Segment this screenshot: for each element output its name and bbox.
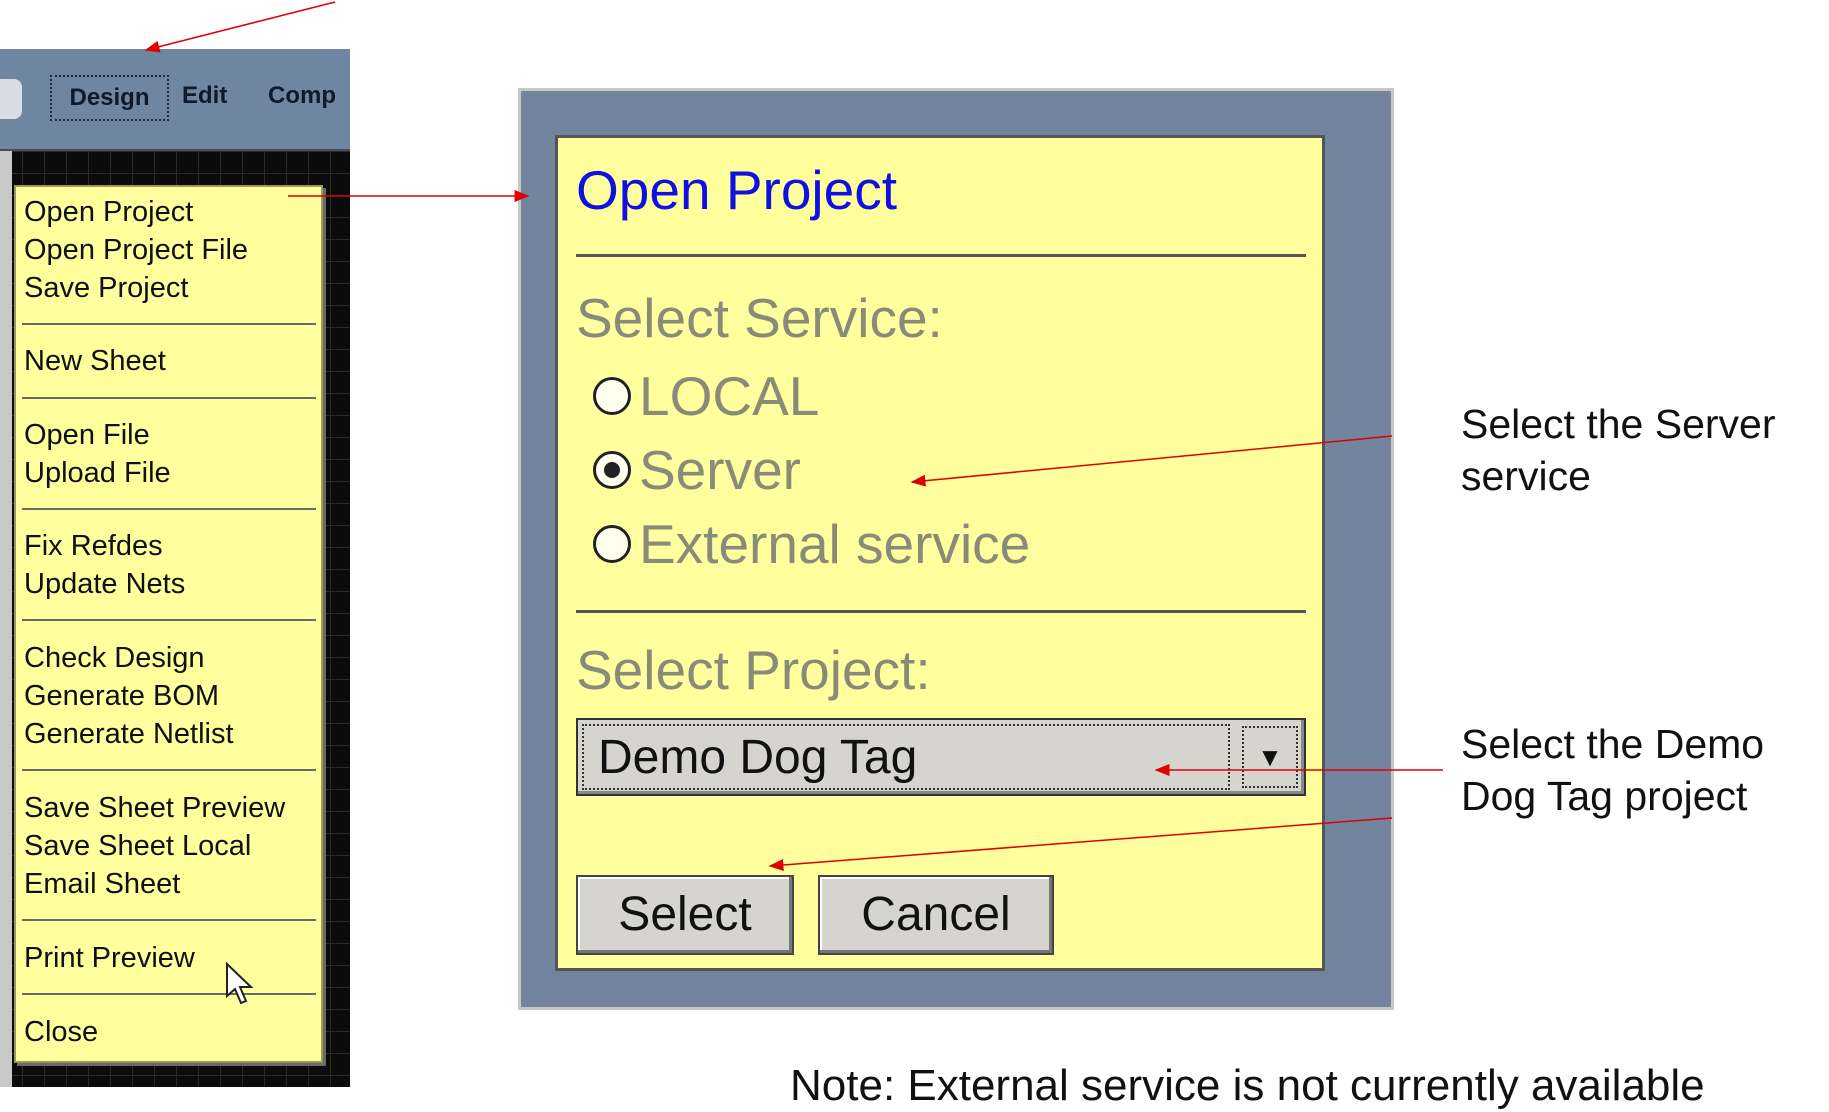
arrow-to-design-menu xyxy=(144,1,336,53)
arrow-to-server xyxy=(910,435,1393,487)
annotation-arrows xyxy=(144,1,1443,871)
arrow-to-select xyxy=(768,817,1393,871)
